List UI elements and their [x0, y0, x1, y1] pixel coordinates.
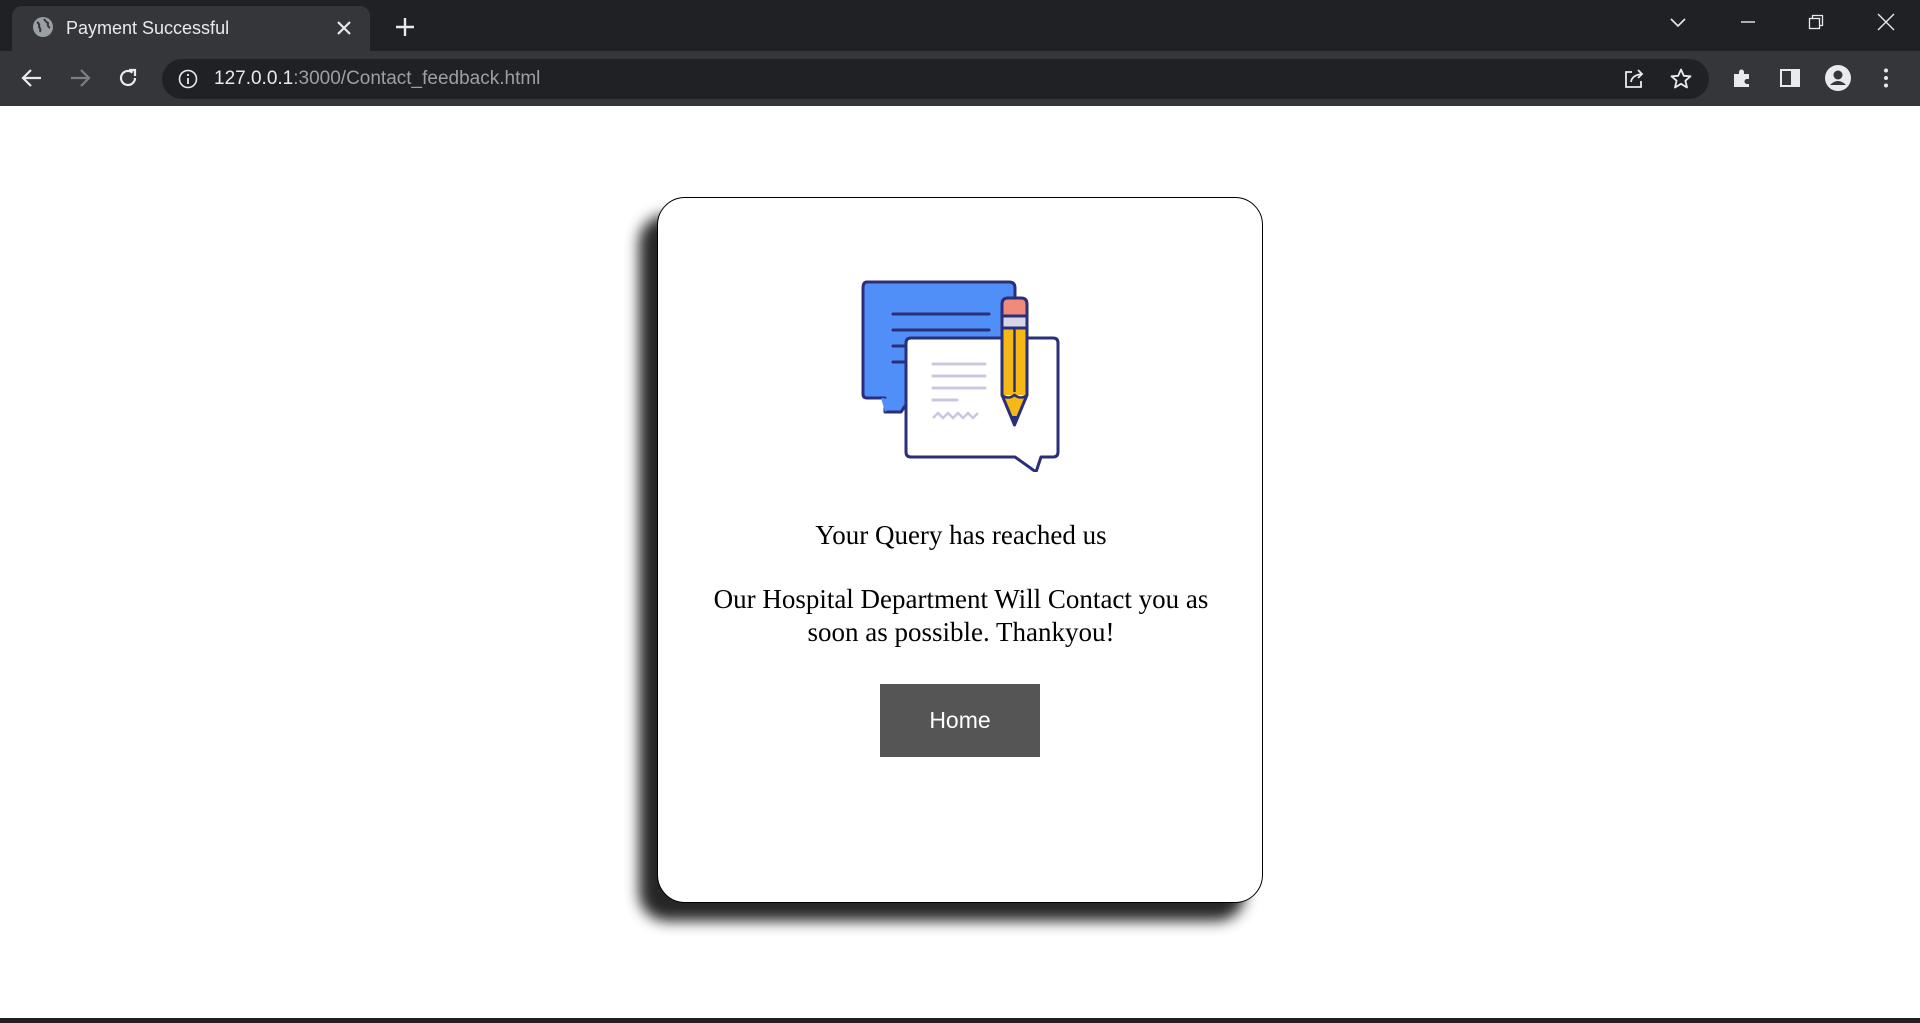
star-icon[interactable] — [1668, 66, 1694, 92]
url-host: 127.0.0.1 — [214, 68, 294, 89]
profile-icon[interactable] — [1820, 60, 1856, 96]
chevron-down-icon[interactable] — [1648, 0, 1708, 44]
feedback-card: Your Query has reached us Our Hospital D… — [657, 197, 1263, 903]
close-icon[interactable] — [332, 16, 356, 40]
forward-arrow-icon[interactable] — [62, 60, 98, 96]
confirmation-heading: Your Query has reached us — [815, 520, 1107, 550]
window-close-icon[interactable] — [1856, 0, 1916, 44]
share-icon[interactable] — [1621, 66, 1647, 92]
extensions-icon[interactable] — [1724, 60, 1760, 96]
url-text[interactable]: 127.0.0.1:3000/Contact_feedback.html — [214, 59, 540, 99]
home-button[interactable]: Home — [880, 684, 1040, 757]
info-icon[interactable] — [177, 68, 199, 90]
browser-chrome: Payment Successful 127.0.0.1:3000/Contac… — [0, 0, 1920, 106]
toolbar: 127.0.0.1:3000/Contact_feedback.html — [0, 51, 1920, 106]
back-arrow-icon[interactable] — [14, 60, 50, 96]
browser-tab[interactable]: Payment Successful — [12, 6, 370, 51]
plus-icon[interactable] — [390, 12, 420, 42]
address-bar[interactable]: 127.0.0.1:3000/Contact_feedback.html — [162, 59, 1709, 99]
reload-icon[interactable] — [110, 60, 146, 96]
confirmation-message: Our Hospital Department Will Contact you… — [713, 584, 1209, 647]
bottom-edge — [0, 1018, 1920, 1023]
tab-strip: Payment Successful — [0, 0, 1920, 51]
url-path: :3000/Contact_feedback.html — [293, 68, 541, 89]
kebab-menu-icon[interactable] — [1868, 60, 1904, 96]
tab-title: Payment Successful — [66, 18, 230, 38]
page-content: Your Query has reached us Our Hospital D… — [0, 106, 1920, 1023]
side-panel-icon[interactable] — [1772, 60, 1808, 96]
restore-icon[interactable] — [1786, 0, 1846, 44]
feedback-chat-pencil-icon — [861, 280, 1061, 474]
minimize-icon[interactable] — [1718, 0, 1778, 44]
globe-icon — [31, 15, 55, 39]
